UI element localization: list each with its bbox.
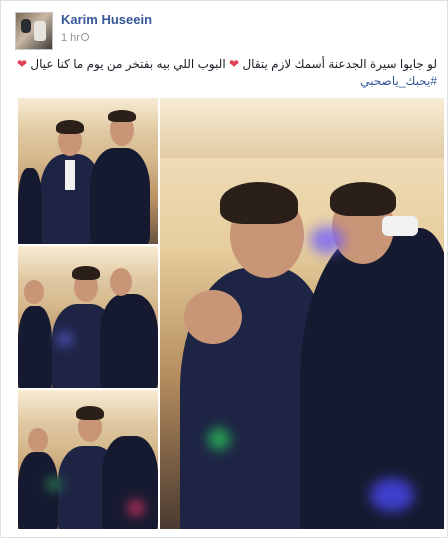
post-text: لو جايوا سيرة الجدعنة أسمك لازم يتقال ❤ … [7,56,437,90]
post-text-part-2: البوب اللي بيه بفتخر من يوم ما كنا عيال [30,57,226,71]
hashtag-link[interactable]: #يحبك_ياصحبي [360,74,437,88]
wedding-photo-1[interactable] [18,98,158,244]
wedding-photo-main[interactable] [160,98,444,529]
author-name-link[interactable]: Karim Huseein [61,12,152,27]
facebook-post-card: Karim Huseein 1 hr لو جايوا سيرة الجدعنة… [0,0,448,538]
wedding-photo-3[interactable] [18,390,158,529]
post-timestamp[interactable]: 1 hr [61,32,80,44]
heart-icon: ❤ [16,57,28,71]
photo-grid [18,98,444,529]
wedding-photo-2[interactable] [18,246,158,388]
heart-icon: ❤ [229,57,240,71]
audience-globe-icon [81,33,89,41]
post-text-part-1: لو جايوا سيرة الجدعنة أسمك لازم يتقال [242,57,437,71]
author-avatar[interactable] [15,12,53,50]
